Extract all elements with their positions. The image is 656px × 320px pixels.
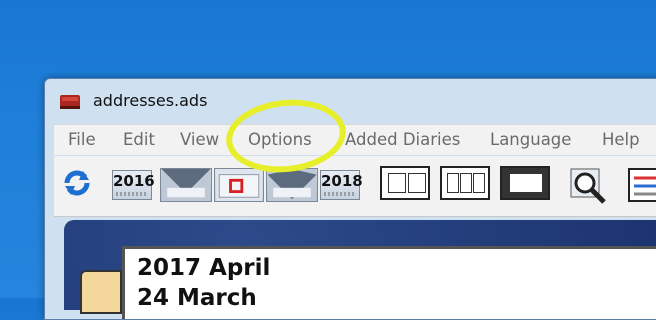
- view-two-pane-icon[interactable]: [380, 166, 430, 200]
- diary-app-icon: [60, 95, 80, 109]
- toolbar: 2016 2018: [54, 156, 656, 217]
- diary-side-tab[interactable]: [80, 270, 122, 314]
- view-list-icon[interactable]: [500, 166, 550, 200]
- menu-help[interactable]: Help: [602, 130, 640, 149]
- menu-view[interactable]: View: [180, 130, 219, 149]
- pane-left: [388, 173, 406, 193]
- calendar-grid-icon: [116, 192, 148, 196]
- calendar-prev-icon[interactable]: [160, 168, 212, 202]
- calendar-next-icon[interactable]: [266, 168, 318, 202]
- menu-edit[interactable]: Edit: [123, 130, 155, 149]
- menu-added-diaries[interactable]: Added Diaries: [345, 130, 460, 149]
- title-bar: addresses.ads: [45, 79, 656, 123]
- table-icon[interactable]: [628, 168, 656, 202]
- month-title: 2017 April: [137, 255, 271, 281]
- search-icon[interactable]: [568, 166, 608, 206]
- diary-page: 2017 April 24 March: [122, 246, 656, 319]
- calendar-grid-icon: [324, 192, 356, 196]
- prev-year-button[interactable]: 2016: [112, 170, 155, 200]
- view-three-pane-icon[interactable]: [440, 166, 490, 200]
- week-label: 24 March: [137, 285, 257, 311]
- refresh-icon[interactable]: [62, 168, 92, 198]
- menu-bar: File Edit View Options Added Diaries Lan…: [54, 124, 656, 155]
- menu-file[interactable]: File: [68, 130, 96, 149]
- menu-language[interactable]: Language: [490, 130, 571, 149]
- calendar-today-icon[interactable]: [214, 168, 264, 202]
- window-title: addresses.ads: [93, 91, 208, 110]
- pane-right: [408, 173, 426, 193]
- next-year-label: 2018: [321, 172, 363, 190]
- pane-2: [460, 173, 472, 193]
- pane-1: [447, 173, 459, 193]
- prev-year-label: 2016: [113, 172, 155, 190]
- list-pane: [509, 173, 543, 193]
- pane-3: [473, 173, 485, 193]
- next-year-button[interactable]: 2018: [320, 170, 363, 200]
